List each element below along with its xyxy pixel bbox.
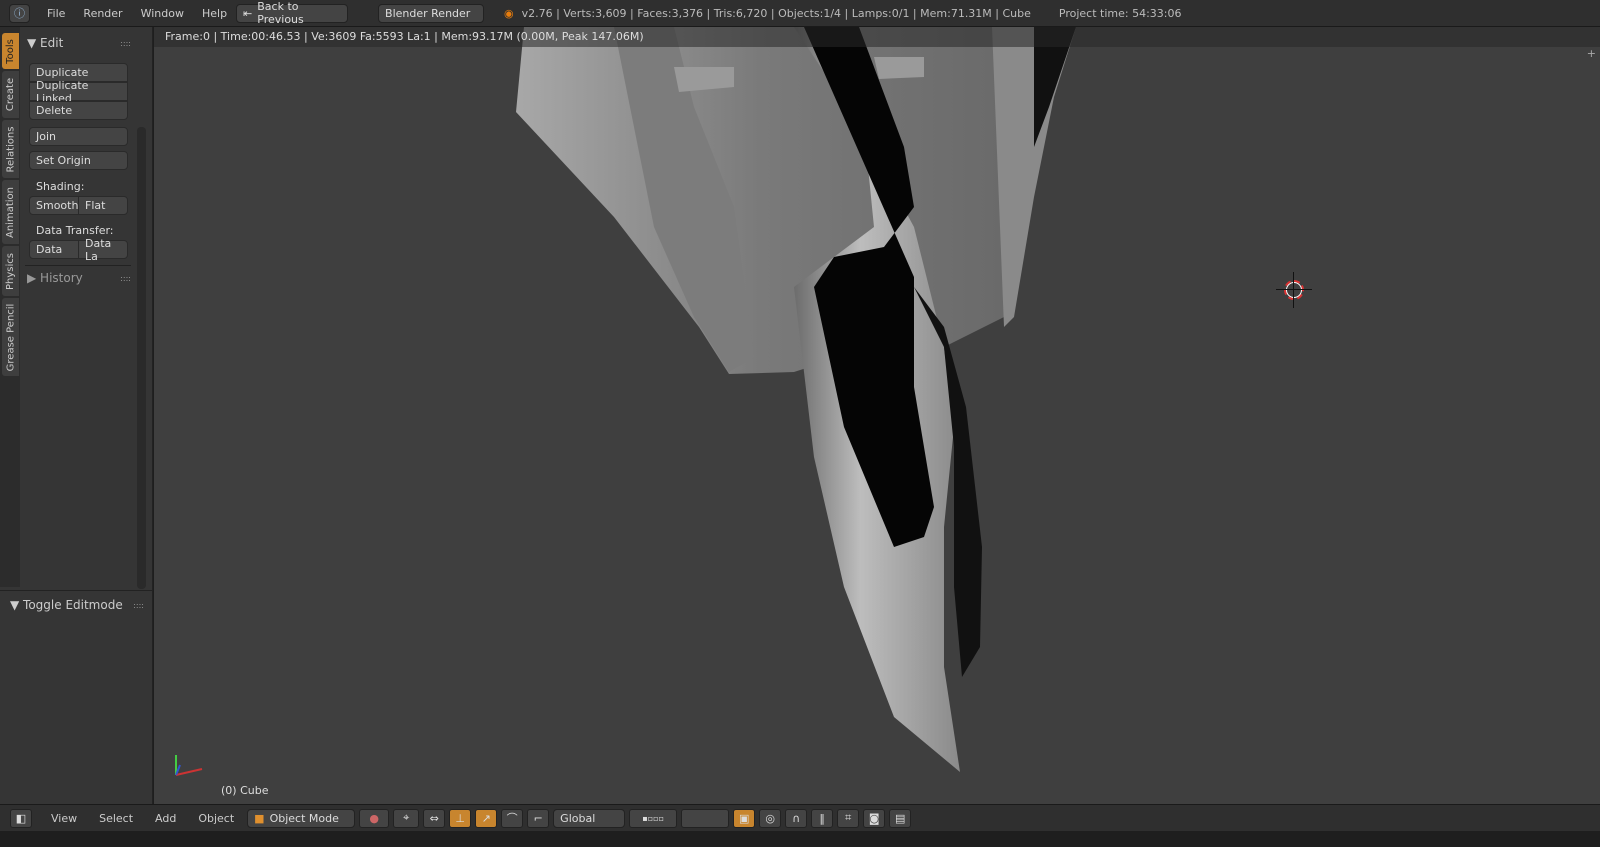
drag-grip-icon[interactable]: :::: xyxy=(120,39,131,48)
scene-layers[interactable]: ▪▫▫▫ xyxy=(629,808,678,828)
tool-shelf-scrollbar[interactable] xyxy=(137,127,146,589)
scene-stats: v2.76 | Verts:3,609 | Faces:3,376 | Tris… xyxy=(521,6,1031,20)
manipulator-all-button[interactable]: ⊥ xyxy=(449,808,472,828)
scale-icon: ⌐ xyxy=(533,811,543,825)
tab-relations[interactable]: Relations xyxy=(2,120,19,178)
menu-object[interactable]: Object xyxy=(189,812,243,825)
menu-select[interactable]: Select xyxy=(90,812,142,825)
shading-label: Shading: xyxy=(36,180,85,193)
data-transfer-label: Data Transfer: xyxy=(36,224,114,237)
blender-logo-icon: ◉ xyxy=(504,6,514,20)
tab-grease-pencil[interactable]: Grease Pencil xyxy=(2,298,19,376)
drag-grip-icon[interactable]: :::: xyxy=(120,274,131,283)
opengl-animation-button[interactable]: ▤ xyxy=(889,808,912,828)
history-header-label: History xyxy=(40,271,83,285)
axes-icon: ⊥ xyxy=(455,811,465,825)
data-layers-button[interactable]: Data La xyxy=(78,237,128,263)
shade-smooth-button[interactable]: Smooth xyxy=(29,196,79,215)
opengl-render-button[interactable]: ◙ xyxy=(863,808,886,828)
shading-sphere-icon: ● xyxy=(369,811,379,825)
menu-help[interactable]: Help xyxy=(193,7,236,20)
edit-panel-header[interactable]: ▼ Edit:::: xyxy=(27,32,131,54)
engine-label: Blender Render xyxy=(385,6,471,20)
history-panel-header[interactable]: ▶ History:::: xyxy=(27,267,131,289)
scale-manipulator-button[interactable]: ⌐ xyxy=(527,808,550,828)
menu-file[interactable]: File xyxy=(38,7,74,20)
tab-tools[interactable]: Tools xyxy=(2,33,19,69)
editor-type-button[interactable]: ◧ xyxy=(10,808,32,828)
operator-panel-header[interactable]: ▼ Toggle Editmode:::: xyxy=(10,594,144,616)
screen-bottom-edge xyxy=(0,831,1600,847)
lock-camera-layers-button[interactable]: ▣ xyxy=(733,808,756,828)
tab-physics[interactable]: Physics xyxy=(2,246,19,296)
render-engine-select[interactable]: Blender Render xyxy=(378,3,485,23)
orientation-label: Global xyxy=(560,811,596,825)
tab-animation[interactable]: Animation xyxy=(2,180,19,244)
3d-viewport[interactable]: Frame:0 | Time:00:46.53 | Ve:3609 Fa:559… xyxy=(154,27,1600,804)
rotate-icon: ⌒ xyxy=(506,812,518,825)
active-object-label: (0) Cube xyxy=(221,784,269,797)
manipulator-icon: ⇔ xyxy=(429,811,439,825)
camera-icon: ◙ xyxy=(868,811,880,825)
menu-view[interactable]: View xyxy=(42,812,86,825)
rotate-manipulator-button[interactable]: ⌒ xyxy=(501,808,524,828)
clapper-icon: ▤ xyxy=(894,811,906,825)
back-label: Back to Previous xyxy=(257,0,304,26)
drag-grip-icon[interactable]: :::: xyxy=(133,601,144,610)
tab-create[interactable]: Create xyxy=(2,71,19,118)
snap-increment-icon: ‖ xyxy=(819,811,825,825)
mode-select[interactable]: ■ Object Mode xyxy=(247,808,356,828)
tool-shelf-tabs: Tools Create Relations Animation Physics… xyxy=(0,27,20,587)
render-layers[interactable] xyxy=(681,808,730,828)
add-region-icon[interactable]: + xyxy=(1587,47,1596,60)
viewport-shading-select[interactable]: ● xyxy=(359,808,390,828)
3d-view-header: ◧ View Select Add Object ■ Object Mode ● … xyxy=(0,804,1600,831)
proportional-icon: ◎ xyxy=(765,811,775,825)
arrow-icon: ↗ xyxy=(481,811,491,825)
tool-shelf: Tools Create Relations Animation Physics… xyxy=(0,27,153,804)
proportional-edit-button[interactable]: ◎ xyxy=(759,808,782,828)
cube-view-icon: ◧ xyxy=(15,811,27,825)
delete-button[interactable]: Delete xyxy=(29,101,128,120)
join-button[interactable]: Join xyxy=(29,127,128,146)
3d-cursor-icon[interactable] xyxy=(1276,272,1312,308)
edit-header-label: Edit xyxy=(40,36,64,50)
mode-label: Object Mode xyxy=(269,811,339,825)
back-icon: ⇤ xyxy=(243,6,253,20)
info-icon: ⓘ xyxy=(14,7,25,20)
info-header: ⓘ File Render Window Help ⇤ Back to Previ… xyxy=(0,0,1600,27)
back-to-previous-button[interactable]: ⇤ Back to Previous xyxy=(236,0,349,26)
transform-orientation-select[interactable]: Global xyxy=(553,808,626,828)
aircraft-mesh xyxy=(516,27,1076,772)
translate-manipulator-button[interactable]: ↗ xyxy=(475,808,498,828)
axis-gizmo-icon xyxy=(175,755,203,776)
pivot-point-select[interactable]: ⌖ xyxy=(393,808,420,828)
operator-header-label: Toggle Editmode xyxy=(23,598,123,612)
duplicate-linked-button[interactable]: Duplicate Linked xyxy=(29,79,128,105)
project-time: Project time: 54:33:06 xyxy=(1058,6,1182,20)
menu-add[interactable]: Add xyxy=(146,812,185,825)
pivot-icon: ⌖ xyxy=(403,811,410,824)
magnet-icon: ∩ xyxy=(792,811,801,825)
data-transfer-button[interactable]: Data xyxy=(29,240,79,259)
manipulator-toggle[interactable]: ⇔ xyxy=(423,808,446,828)
lock-icon: ▣ xyxy=(738,811,750,825)
snap-target-button[interactable]: ⌗ xyxy=(837,808,860,828)
menu-window[interactable]: Window xyxy=(132,7,193,20)
render-info-overlay: Frame:0 | Time:00:46.53 | Ve:3609 Fa:559… xyxy=(154,27,1600,47)
menu-render[interactable]: Render xyxy=(74,7,131,20)
editor-type-button[interactable]: ⓘ xyxy=(9,3,30,23)
set-origin-dropdown[interactable]: Set Origin xyxy=(29,151,128,170)
grid-snap-icon: ⌗ xyxy=(845,811,852,824)
snap-toggle[interactable]: ∩ xyxy=(785,808,808,828)
object-mode-icon: ■ xyxy=(254,811,265,825)
shade-flat-button[interactable]: Flat xyxy=(78,196,128,215)
snap-element-select[interactable]: ‖ xyxy=(811,808,834,828)
